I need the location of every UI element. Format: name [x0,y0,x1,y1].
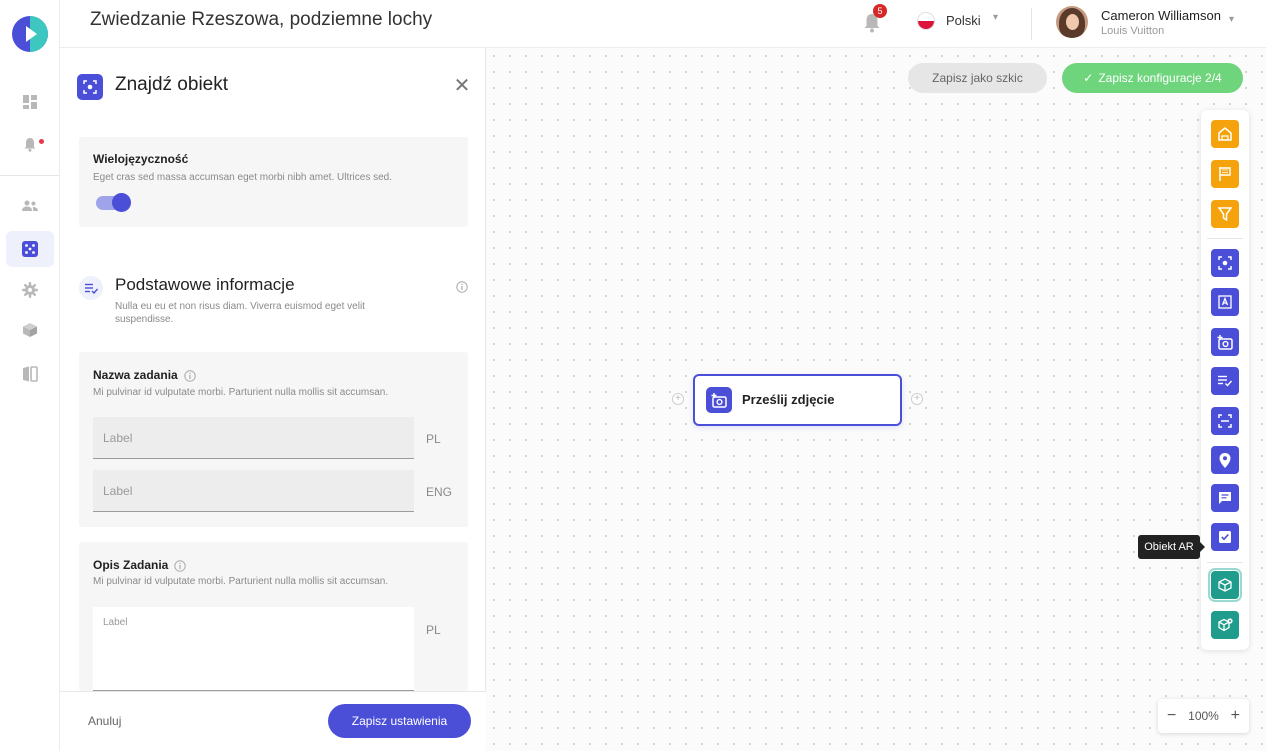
find-object-icon [77,74,103,100]
dice-icon[interactable] [6,231,54,267]
section-desc: Nulla eu eu et non risus diam. Viverra e… [115,301,365,325]
node-input-port[interactable]: + [672,393,684,405]
task-desc-card: Opis Zadania Mi pulvinar id vulputate mo… [79,542,468,691]
bell-icon[interactable] [6,126,54,162]
task-name-eng-input[interactable]: Label [93,470,414,512]
zoom-level: 100% [1188,709,1219,723]
save-config-label: Zapisz konfiguracje 2/4 [1098,71,1222,85]
user-organization: Louis Vuitton [1101,25,1165,37]
save-settings-button[interactable]: Zapisz ustawienia [328,704,471,738]
node-toolbox [1201,110,1249,650]
checkbox-icon[interactable] [1211,523,1239,551]
language-select[interactable]: Polski [946,13,981,28]
checklist-icon [79,276,103,300]
multilang-desc: Eget cras sed massa accumsan eget morbi … [93,172,393,183]
panel-footer: Anuluj Zapisz ustawienia [60,691,486,751]
section-title: Podstawowe informacje [115,275,295,294]
scan-icon[interactable] [1211,407,1239,435]
lang-label-pl: PL [426,432,441,446]
gear-icon[interactable] [6,272,54,308]
message-icon[interactable] [1211,484,1239,512]
task-desc-title-text: Opis Zadania [93,558,169,572]
task-name-card: Nazwa zadania Mi pulvinar id vulputate m… [79,352,468,527]
save-config-button[interactable]: ✓ Zapisz konfiguracje 2/4 [1062,63,1243,93]
multilang-toggle[interactable] [96,193,131,212]
tooltip-ar-object: Obiekt AR [1138,535,1205,559]
node-output-port[interactable]: + [911,393,923,405]
multilang-title: Wielojęzyczność [93,152,189,166]
filter-icon[interactable] [1211,200,1239,228]
location-pin-icon[interactable] [1211,446,1239,474]
checklist-icon[interactable] [1211,367,1239,395]
multilang-card: Wielojęzyczność Eget cras sed massa accu… [79,137,468,227]
add-photo-icon[interactable] [1211,328,1239,356]
notification-dot [39,139,44,144]
ar-cube-icon[interactable] [1208,568,1242,602]
panel-title: Znajdź obiekt [115,74,229,95]
info-icon[interactable] [456,280,468,298]
flow-node-upload-photo[interactable]: Prześlij zdjęcie [693,374,902,426]
top-bar: Zwiedzanie Rzeszowa, podziemne lochy 5 P… [60,0,1266,48]
app-logo[interactable] [12,16,48,52]
task-desc-pl-textarea[interactable]: Label [93,607,414,691]
zoom-in-button[interactable]: + [1231,707,1240,725]
users-icon[interactable] [6,188,54,224]
book-icon[interactable] [6,356,54,392]
dashboard-icon[interactable] [6,84,54,120]
lang-label-pl: PL [426,623,441,637]
avatar[interactable] [1056,6,1088,38]
task-name-desc: Mi pulvinar id vulputate morbi. Parturie… [93,387,389,398]
task-name-pl-input[interactable]: Label [93,417,414,459]
cancel-button[interactable]: Anuluj [88,714,121,728]
zoom-control: − 100% + [1158,699,1249,733]
close-icon[interactable]: ✕ [452,75,472,97]
poland-flag-icon [917,12,935,30]
info-icon[interactable] [184,370,196,382]
notifications-count-badge: 5 [873,4,887,18]
chevron-down-icon[interactable]: ▾ [993,12,998,23]
lang-label-eng: ENG [426,485,453,499]
flag-icon[interactable] [1211,160,1239,188]
task-name-title-text: Nazwa zadania [93,368,178,382]
find-object-icon[interactable] [1211,249,1239,277]
info-icon[interactable] [174,560,187,572]
task-name-title: Nazwa zadania [93,368,196,382]
page-title: Zwiedzanie Rzeszowa, podziemne lochy [90,9,433,30]
settings-panel: Znajdź obiekt ✕ Wielojęzyczność Eget cra… [60,48,486,751]
home-icon[interactable] [1211,120,1239,148]
box-icon[interactable] [6,312,54,348]
check-icon: ✓ [1083,71,1094,85]
task-desc-desc: Mi pulvinar id vulputate morbi. Parturie… [93,576,389,587]
ar-cube-settings-icon[interactable] [1211,611,1239,639]
user-name[interactable]: Cameron Williamson [1101,8,1221,23]
flow-canvas[interactable]: Zapisz jako szkic ✓ Zapisz konfiguracje … [486,48,1266,751]
input-placeholder: Label [103,617,128,628]
left-rail [0,0,60,751]
input-placeholder: Label [103,431,133,445]
add-photo-icon [706,387,732,413]
zoom-out-button[interactable]: − [1167,707,1176,725]
save-draft-button[interactable]: Zapisz jako szkic [908,63,1047,93]
task-desc-title: Opis Zadania [93,558,187,572]
text-recognition-icon[interactable] [1211,288,1239,316]
input-placeholder: Label [103,484,133,498]
node-label: Prześlij zdjęcie [742,392,835,407]
chevron-down-icon[interactable]: ▾ [1229,14,1234,25]
